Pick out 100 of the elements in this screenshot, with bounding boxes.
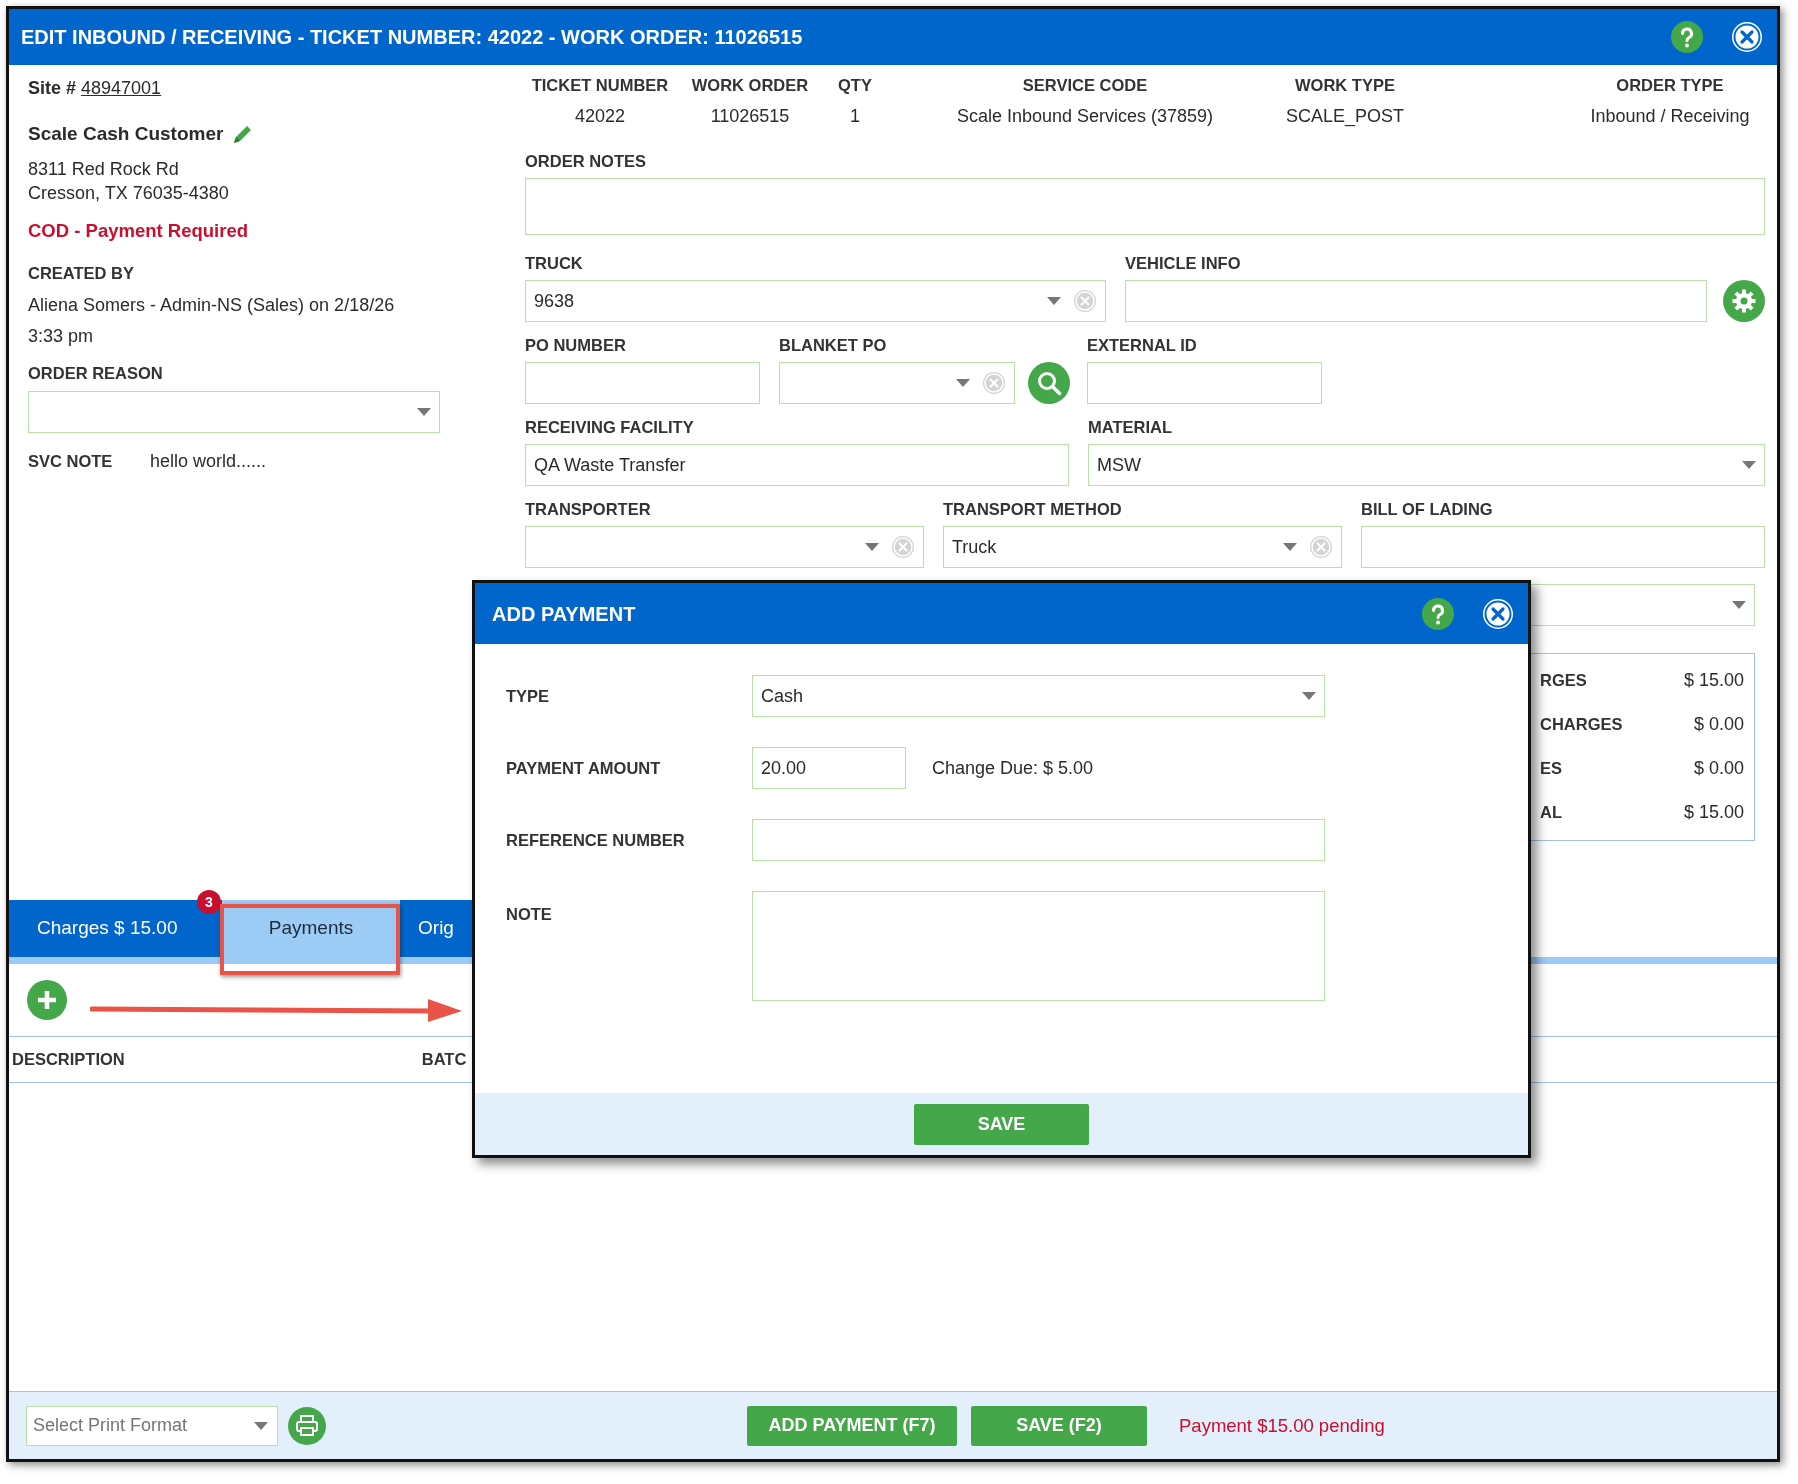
- total-value: $ 0.00: [1693, 757, 1744, 780]
- printer-icon: [295, 1413, 319, 1438]
- field-label: RECEIVING FACILITY: [525, 417, 695, 438]
- dropdown[interactable]: [779, 362, 1015, 404]
- field-label: EXTERNAL ID: [1087, 335, 1198, 356]
- field-label: ORDER REASON: [28, 363, 164, 384]
- caret-icon: [1047, 297, 1061, 305]
- settings-button[interactable]: [1723, 280, 1765, 322]
- column-heading: QTY: [838, 76, 872, 94]
- dropdown[interactable]: [525, 526, 924, 568]
- clear-icon[interactable]: [891, 535, 915, 559]
- field-label: PAYMENT AMOUNT: [506, 758, 661, 777]
- field-label: VEHICLE INFO: [1125, 253, 1242, 274]
- total-value: $ 0.00: [1693, 713, 1744, 736]
- caret-icon: [1732, 601, 1746, 609]
- column-heading: TICKET NUMBER: [531, 76, 669, 94]
- dropdown[interactable]: Truck: [943, 526, 1342, 568]
- payment-notice: COD - Payment Required: [28, 219, 249, 243]
- input-field[interactable]: [1125, 280, 1707, 322]
- field-label: SVC NOTE: [28, 451, 114, 472]
- column-value: 42022: [573, 105, 627, 128]
- status-message: Payment $15.00 pending: [1179, 1413, 1385, 1438]
- input-field[interactable]: [1361, 526, 1765, 568]
- total-label: RGES: [1540, 670, 1587, 691]
- caret-icon: [1302, 692, 1316, 700]
- caret-icon: [956, 379, 970, 387]
- dropdown[interactable]: Select Print Format: [26, 1405, 278, 1446]
- pencil-icon[interactable]: [231, 124, 254, 146]
- add-button[interactable]: [27, 980, 67, 1020]
- notification-count: 3: [197, 890, 221, 914]
- text-area[interactable]: [752, 891, 1325, 1001]
- caret-icon: [865, 543, 879, 551]
- site-label: Site #: [28, 78, 77, 98]
- column-header: BATC: [421, 1049, 467, 1071]
- tab[interactable]: Payments: [222, 900, 400, 957]
- total-label: ES: [1540, 758, 1562, 779]
- field-label: BLANKET PO: [779, 335, 888, 356]
- input-field[interactable]: QA Waste Transfer: [525, 444, 1069, 486]
- total-label: AL: [1540, 802, 1562, 823]
- tab[interactable]: Orig: [400, 900, 472, 957]
- total-label: CHARGES: [1540, 714, 1623, 735]
- address-line: Cresson, TX 76035-4380: [28, 182, 230, 205]
- customer-name: Scale Cash Customer: [28, 122, 224, 146]
- dropdown[interactable]: Cash: [752, 675, 1325, 717]
- text-area[interactable]: [525, 178, 1765, 235]
- field-label: MATERIAL: [1088, 417, 1173, 438]
- total-value: $ 15.00: [1683, 669, 1744, 692]
- column-header: DESCRIPTION: [12, 1049, 125, 1071]
- input-field[interactable]: [1087, 362, 1322, 404]
- plus-icon: [36, 989, 58, 1011]
- clear-icon[interactable]: [1309, 535, 1333, 559]
- column-heading: WORK ORDER: [691, 76, 809, 94]
- clear-icon[interactable]: [982, 371, 1006, 395]
- dropdown[interactable]: MSW: [1088, 444, 1765, 486]
- site-link[interactable]: 48947001: [81, 78, 162, 98]
- caret-icon: [1283, 543, 1297, 551]
- input-field[interactable]: [525, 362, 760, 404]
- field-label: CREATED BY: [28, 263, 136, 284]
- caret-icon: [254, 1421, 268, 1430]
- field-label: REFERENCE NUMBER: [506, 830, 685, 849]
- column-heading: WORK TYPE: [1295, 76, 1395, 94]
- gear-icon: [1731, 288, 1757, 314]
- change-due-text: Change Due: $ 5.00: [932, 757, 1094, 780]
- input-field[interactable]: 20.00: [752, 747, 906, 789]
- field-label: TYPE: [506, 686, 550, 705]
- note-text: hello world......: [150, 450, 267, 473]
- dropdown[interactable]: [28, 391, 440, 433]
- column-value: SCALE_POST: [1285, 105, 1405, 129]
- column-value: Scale Inbound Services (37859): [955, 105, 1215, 128]
- caret-icon: [1742, 461, 1756, 469]
- search-icon: [1036, 370, 1062, 396]
- window-title: EDIT INBOUND / RECEIVING - TICKET NUMBER: 42022 - WORK ORDER: 11026515: [21, 25, 803, 50]
- column-heading: ORDER TYPE: [1616, 76, 1724, 94]
- dropdown[interactable]: [1531, 584, 1755, 626]
- column-heading: SERVICE CODE: [1022, 76, 1148, 94]
- close-icon[interactable]: [1731, 21, 1763, 53]
- search-button[interactable]: [1028, 362, 1070, 404]
- field-label: TRANSPORTER: [525, 499, 652, 520]
- input-field[interactable]: [752, 819, 1325, 861]
- help-icon[interactable]: [1671, 21, 1703, 53]
- field-label: ORDER NOTES: [525, 151, 647, 172]
- column-value: Inbound / Receiving: [1589, 105, 1751, 128]
- print-button[interactable]: [288, 1406, 326, 1445]
- close-icon[interactable]: [1482, 597, 1514, 630]
- caret-icon: [417, 408, 431, 416]
- field-label: PO NUMBER: [525, 335, 627, 356]
- address-line: 8311 Red Rock Rd: [28, 158, 180, 181]
- help-icon[interactable]: [1422, 597, 1454, 630]
- total-value: $ 15.00: [1683, 801, 1744, 824]
- column-value: 11026515: [709, 105, 791, 128]
- field-label: TRUCK: [525, 253, 584, 274]
- field-label: TRANSPORT METHOD: [943, 499, 1123, 520]
- dropdown[interactable]: 9638: [525, 280, 1106, 322]
- clear-icon[interactable]: [1073, 289, 1097, 313]
- created-by-text: 3:33 pm: [28, 325, 95, 348]
- dialog-title: ADD PAYMENT: [492, 601, 636, 627]
- column-value: 1: [849, 105, 861, 128]
- created-by-text: Aliena Somers - Admin-NS (Sales) on 2/18/26: [28, 294, 396, 317]
- field-label: NOTE: [506, 905, 552, 923]
- field-label: BILL OF LADING: [1361, 499, 1494, 520]
